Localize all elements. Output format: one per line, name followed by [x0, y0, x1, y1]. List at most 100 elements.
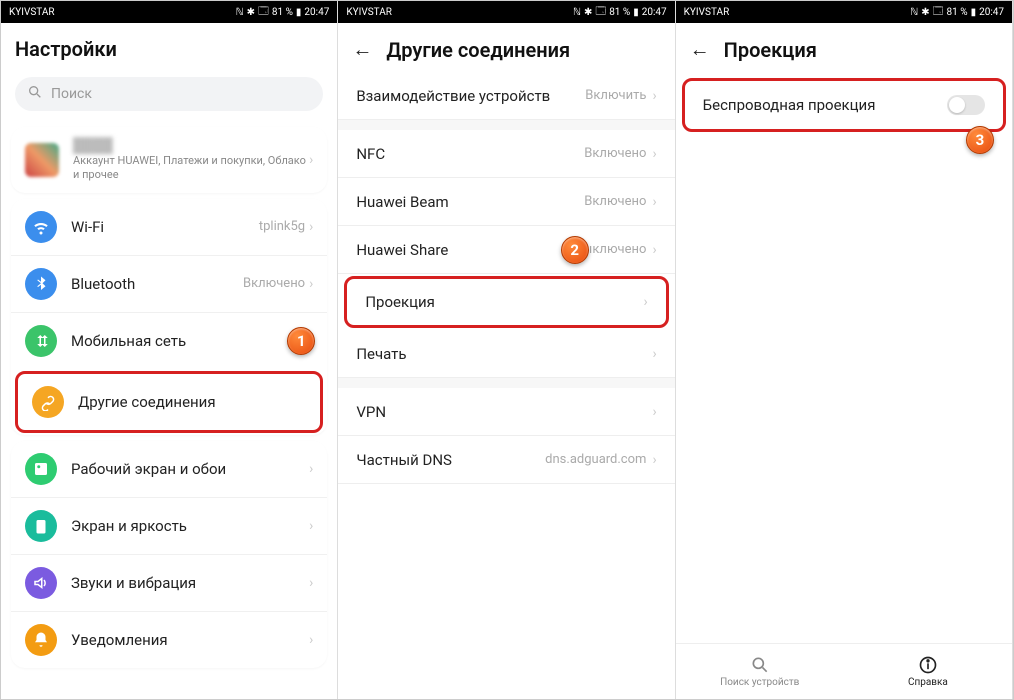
beam-value: Включено	[584, 194, 646, 209]
wifi-value: tplink5g	[259, 219, 305, 234]
signal-icon: ▮	[296, 7, 302, 18]
divider	[338, 120, 674, 130]
dns-label: Частный DNS	[356, 451, 545, 469]
nfc-icon: ℕ	[236, 7, 244, 18]
projection-label: Проекция	[365, 293, 643, 311]
bluetooth-label: Bluetooth	[71, 275, 243, 293]
time-label: 20:47	[642, 7, 667, 18]
info-icon	[918, 655, 938, 675]
chevron-right-icon: ›	[643, 294, 647, 310]
battery-icon: 🗔	[258, 4, 269, 21]
chevron-right-icon: ›	[652, 242, 656, 258]
callout-badge-3: 3	[966, 126, 994, 154]
chevron-right-icon: ›	[309, 575, 313, 591]
chevron-right-icon: ›	[652, 452, 656, 468]
wireless-toggle[interactable]	[947, 95, 985, 115]
callout-badge-1: 1	[287, 327, 315, 355]
header: ← Проекция	[676, 23, 1012, 72]
wifi-label: Wi-Fi	[71, 218, 259, 236]
vpn-row[interactable]: VPN ›	[338, 388, 674, 436]
header: Настройки	[1, 23, 337, 71]
back-button[interactable]: ←	[352, 37, 372, 62]
wallpaper-label: Рабочий экран и обои	[71, 460, 309, 478]
nav-search-devices[interactable]: Поиск устройств	[676, 644, 844, 699]
connections-content: Взаимодействие устройств Включить › NFC …	[338, 72, 674, 699]
nfc-label: NFC	[356, 145, 584, 163]
print-label: Печать	[356, 345, 652, 363]
dns-value: dns.adguard.com	[545, 452, 646, 467]
status-right: ℕ ✱ 🗔 81 % ▮ 20:47	[573, 4, 667, 21]
other-label: Другие соединения	[78, 393, 306, 411]
sound-row[interactable]: Звуки и вибрация ›	[11, 554, 327, 611]
wireless-projection-row[interactable]: Беспроводная проекция	[682, 78, 1006, 132]
page-title: Другие соединения	[386, 38, 570, 62]
battery-label: 81 %	[609, 7, 630, 18]
settings-content: ████ Аккаунт HUAWEI, Платежи и покупки, …	[1, 121, 337, 699]
header: ← Другие соединения	[338, 23, 674, 72]
signal-icon: ▮	[633, 7, 639, 18]
account-sub: Аккаунт HUAWEI, Платежи и покупки, Облак…	[73, 154, 309, 183]
notif-row[interactable]: Уведомления ›	[11, 611, 327, 668]
beam-label: Huawei Beam	[356, 193, 584, 211]
projection-row[interactable]: Проекция ›	[344, 276, 668, 328]
wallpaper-row[interactable]: Рабочий экран и обои ›	[11, 441, 327, 497]
nfc-row[interactable]: NFC Включено ›	[338, 130, 674, 178]
time-label: 20:47	[304, 7, 329, 18]
wireless-label: Беспроводная проекция	[703, 96, 947, 114]
mobile-row[interactable]: Мобильная сеть ›	[11, 312, 327, 369]
avatar-icon	[25, 143, 59, 177]
mobile-data-icon	[25, 325, 57, 357]
nfc-icon: ℕ	[910, 7, 918, 18]
sound-label: Звуки и вибрация	[71, 574, 309, 592]
chevron-right-icon: ›	[309, 461, 313, 477]
multi-value: Включить	[585, 88, 646, 103]
share-row[interactable]: Huawei Share 2 Выключено ›	[338, 226, 674, 274]
vpn-label: VPN	[356, 403, 652, 421]
bell-icon	[25, 624, 57, 656]
back-button[interactable]: ←	[690, 37, 710, 62]
chevron-right-icon: ›	[309, 632, 313, 648]
chevron-right-icon: ›	[652, 146, 656, 162]
bluetooth-icon: ✱	[921, 7, 929, 18]
beam-row[interactable]: Huawei Beam Включено ›	[338, 178, 674, 226]
bluetooth-icon: ✱	[247, 7, 255, 18]
display-row[interactable]: Экран и яркость ›	[11, 497, 327, 554]
chevron-right-icon: ›	[652, 194, 656, 210]
brightness-icon	[25, 510, 57, 542]
carrier-label: KYIVSTAR	[346, 7, 392, 18]
status-bar: KYIVSTAR ℕ ✱ 🗔 81 % ▮ 20:47	[338, 1, 674, 23]
bluetooth-row[interactable]: Bluetooth Включено ›	[11, 255, 327, 312]
projection-content: Беспроводная проекция 3	[676, 72, 1012, 643]
search-input[interactable]: Поиск	[15, 77, 323, 111]
carrier-label: KYIVSTAR	[684, 7, 730, 18]
other-connections-panel: KYIVSTAR ℕ ✱ 🗔 81 % ▮ 20:47 ← Другие сое…	[338, 1, 675, 699]
projection-panel: KYIVSTAR ℕ ✱ 🗔 81 % ▮ 20:47 ← Проекция Б…	[676, 1, 1013, 699]
wifi-row[interactable]: Wi-Fi tplink5g ›	[11, 199, 327, 255]
status-right: ℕ ✱ 🗔 81 % ▮ 20:47	[236, 4, 330, 21]
bottom-nav: Поиск устройств Справка	[676, 643, 1012, 699]
nav-search-label: Поиск устройств	[720, 677, 799, 688]
other-connections-row[interactable]: Другие соединения	[15, 371, 323, 433]
notif-label: Уведомления	[71, 631, 309, 649]
link-icon	[32, 386, 64, 418]
bluetooth-icon	[25, 268, 57, 300]
multi-device-row[interactable]: Взаимодействие устройств Включить ›	[338, 72, 674, 120]
account-row[interactable]: ████ Аккаунт HUAWEI, Платежи и покупки, …	[11, 127, 327, 193]
chevron-right-icon: ›	[652, 404, 656, 420]
status-bar: KYIVSTAR ℕ ✱ 🗔 81 % ▮ 20:47	[1, 1, 337, 23]
nav-help[interactable]: Справка	[844, 644, 1012, 699]
image-icon	[25, 453, 57, 485]
bluetooth-icon: ✱	[584, 7, 592, 18]
callout-badge-2: 2	[561, 236, 589, 264]
display-label: Экран и яркость	[71, 517, 309, 535]
nfc-value: Включено	[584, 146, 646, 161]
share-label: Huawei Share	[356, 241, 574, 259]
battery-icon: 🗔	[933, 4, 944, 21]
signal-icon: ▮	[971, 7, 977, 18]
dns-row[interactable]: Частный DNS dns.adguard.com ›	[338, 436, 674, 484]
wifi-icon	[25, 211, 57, 243]
chevron-right-icon: ›	[309, 518, 313, 534]
print-row[interactable]: Печать ›	[338, 330, 674, 378]
divider	[338, 378, 674, 388]
status-bar: KYIVSTAR ℕ ✱ 🗔 81 % ▮ 20:47	[676, 1, 1012, 23]
